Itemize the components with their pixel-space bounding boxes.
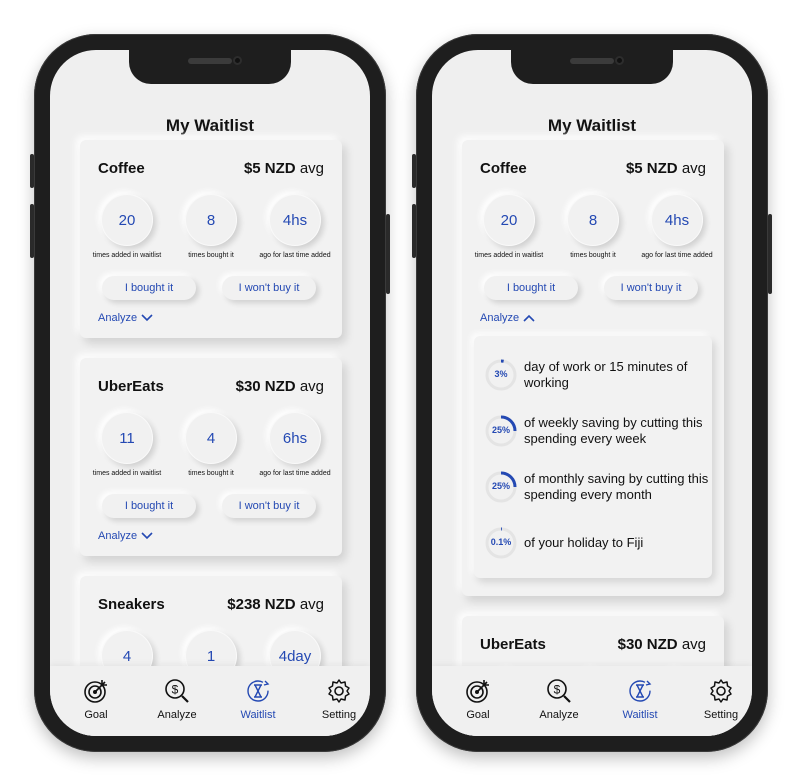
analysis-row: 0.1% of your holiday to Fiji bbox=[484, 526, 714, 560]
svg-text:$: $ bbox=[172, 683, 179, 697]
item-price: $5 NZD avg bbox=[243, 160, 324, 177]
stat-last-added: 4hs ago for last time added bbox=[250, 194, 340, 259]
chevron-down-icon bbox=[141, 314, 153, 322]
item-name: Sneakers bbox=[98, 596, 165, 613]
side-button bbox=[412, 204, 416, 258]
wont-buy-button[interactable]: I won't buy it bbox=[604, 276, 698, 300]
progress-ring: 25% bbox=[484, 470, 518, 504]
target-icon bbox=[466, 680, 489, 703]
side-button bbox=[412, 154, 416, 188]
phone-left: My Waitlist Coffee $5 NZD avg 20 times ad… bbox=[30, 34, 390, 752]
dollar-search-icon: $ bbox=[547, 679, 571, 703]
stat-times-bought: 4 times bought it bbox=[166, 412, 256, 477]
tab-bar: Goal $ Analyze Waitlist Setting bbox=[50, 666, 370, 736]
progress-ring: 3% bbox=[484, 358, 518, 392]
analysis-panel: 3% day of work or 15 minutes of working … bbox=[474, 336, 712, 578]
item-price: $30 NZD avg bbox=[235, 378, 324, 395]
phone-right: My Waitlist Coffee $5 NZD avg 20 times ad… bbox=[412, 34, 772, 752]
gear-icon bbox=[328, 679, 350, 703]
hourglass-icon bbox=[247, 680, 270, 702]
analysis-row: 25% of monthly saving by cutting this sp… bbox=[484, 470, 714, 504]
svg-text:$: $ bbox=[554, 683, 561, 697]
analysis-text: day of work or 15 minutes of working bbox=[524, 359, 688, 390]
analyze-toggle[interactable]: Analyze bbox=[98, 530, 153, 542]
stat-last-added: 4hs ago for last time added bbox=[632, 194, 722, 259]
stat-times-added: 11 times added in waitlist bbox=[82, 412, 172, 477]
analysis-text: of your holiday to Fiji bbox=[524, 535, 644, 550]
tab-goal[interactable]: Goal bbox=[443, 678, 513, 721]
analysis-row: 3% day of work or 15 minutes of working bbox=[484, 358, 714, 392]
analysis-row: 25% of weekly saving by cutting this spe… bbox=[484, 414, 714, 448]
progress-ring: 25% bbox=[484, 414, 518, 448]
tab-setting[interactable]: Setting bbox=[304, 678, 370, 721]
hourglass-icon bbox=[629, 680, 652, 702]
chevron-up-icon bbox=[523, 314, 535, 322]
analysis-text: of weekly saving by cutting this spendin… bbox=[524, 415, 703, 446]
tab-setting[interactable]: Setting bbox=[686, 678, 752, 721]
target-icon bbox=[84, 680, 107, 703]
analysis-text: of monthly saving by cutting this spendi… bbox=[524, 471, 709, 502]
tab-bar: Goal $ Analyze Waitlist Setting bbox=[432, 666, 752, 736]
item-price: $30 NZD avg bbox=[617, 636, 706, 653]
stat-times-added: 20 times added in waitlist bbox=[464, 194, 554, 259]
item-name: UberEats bbox=[480, 636, 546, 653]
tab-analyze[interactable]: $ Analyze bbox=[142, 678, 212, 721]
item-name: Coffee bbox=[480, 160, 527, 177]
item-price: $238 NZD avg bbox=[227, 596, 324, 613]
stat-times-bought: 8 times bought it bbox=[166, 194, 256, 259]
tab-analyze[interactable]: $ Analyze bbox=[524, 678, 594, 721]
item-price: $5 NZD avg bbox=[625, 160, 706, 177]
waitlist-card-coffee: Coffee $5 NZD avg 20 times added in waitl… bbox=[80, 140, 342, 338]
wont-buy-button[interactable]: I won't buy it bbox=[222, 276, 316, 300]
side-button bbox=[30, 204, 34, 258]
tab-goal[interactable]: Goal bbox=[61, 678, 131, 721]
bought-it-button[interactable]: I bought it bbox=[102, 494, 196, 518]
wont-buy-button[interactable]: I won't buy it bbox=[222, 494, 316, 518]
gear-icon bbox=[710, 679, 732, 703]
tab-waitlist[interactable]: Waitlist bbox=[605, 678, 675, 721]
side-button bbox=[30, 154, 34, 188]
waitlist-card-ubereats: UberEats $30 NZD avg 11 times added in wa… bbox=[80, 358, 342, 556]
side-button bbox=[768, 214, 772, 294]
notch bbox=[129, 50, 291, 84]
screen: My Waitlist Coffee $5 NZD avg 20 times ad… bbox=[432, 50, 752, 736]
item-name: UberEats bbox=[98, 378, 164, 395]
page-title: My Waitlist bbox=[547, 116, 637, 135]
bought-it-button[interactable]: I bought it bbox=[102, 276, 196, 300]
item-name: Coffee bbox=[98, 160, 145, 177]
stat-times-bought: 8 times bought it bbox=[548, 194, 638, 259]
stat-last-added: 6hs ago for last time added bbox=[250, 412, 340, 477]
analyze-toggle[interactable]: Analyze bbox=[98, 312, 153, 324]
page-title: My Waitlist bbox=[165, 116, 255, 135]
analyze-toggle[interactable]: Analyze bbox=[480, 312, 535, 324]
chevron-down-icon bbox=[141, 532, 153, 540]
bought-it-button[interactable]: I bought it bbox=[484, 276, 578, 300]
progress-ring: 0.1% bbox=[484, 526, 518, 560]
stat-times-added: 20 times added in waitlist bbox=[82, 194, 172, 259]
screen: My Waitlist Coffee $5 NZD avg 20 times ad… bbox=[50, 50, 370, 736]
side-button bbox=[386, 214, 390, 294]
notch bbox=[511, 50, 673, 84]
dollar-search-icon: $ bbox=[165, 679, 189, 703]
waitlist-card-coffee: Coffee $5 NZD avg 20 times added in waitl… bbox=[462, 140, 724, 596]
tab-waitlist[interactable]: Waitlist bbox=[223, 678, 293, 721]
